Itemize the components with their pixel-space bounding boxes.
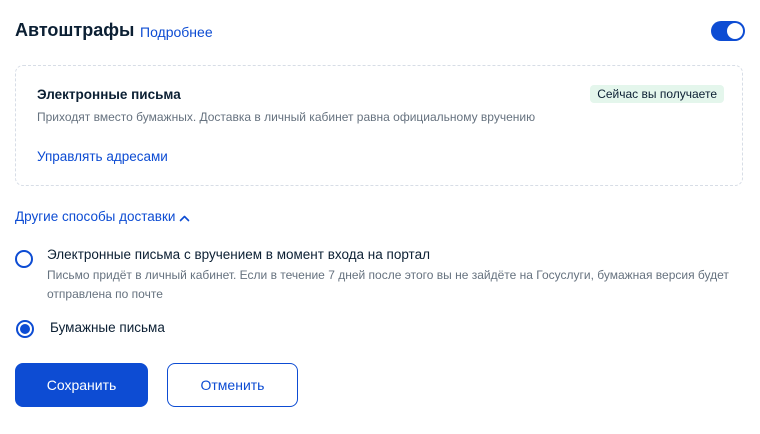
save-button[interactable]: Сохранить <box>15 363 148 407</box>
status-badge: Сейчас вы получаете <box>590 85 724 103</box>
option-description-electronic-on-login: Письмо придёт в личный кабинет. Если в т… <box>47 268 729 301</box>
section-header: Автоштрафы Подробнее <box>15 18 745 46</box>
radio-paper-letters[interactable] <box>16 320 34 338</box>
section-title: Автоштрафы <box>15 20 135 40</box>
toggle-knob <box>727 23 743 39</box>
option-label-paper-letters[interactable]: Бумажные письма <box>50 320 165 335</box>
card-description: Приходят вместо бумажных. Доставка в лич… <box>37 110 536 124</box>
radio-selected-dot <box>20 324 30 334</box>
chevron-up-icon[interactable] <box>179 214 190 222</box>
other-delivery-methods-toggle[interactable]: Другие способы доставки <box>15 209 175 224</box>
current-delivery-card: Электронные письма Сейчас вы получаете П… <box>15 65 743 186</box>
card-title: Электронные письма <box>37 87 181 102</box>
details-link[interactable]: Подробнее <box>140 24 213 40</box>
radio-electronic-on-login[interactable] <box>15 250 33 268</box>
manage-addresses-link[interactable]: Управлять адресами <box>37 149 168 164</box>
cancel-button[interactable]: Отменить <box>167 363 298 407</box>
option-label-electronic-on-login[interactable]: Электронные письма с вручением в момент … <box>47 247 430 262</box>
notifications-toggle[interactable] <box>711 21 745 41</box>
